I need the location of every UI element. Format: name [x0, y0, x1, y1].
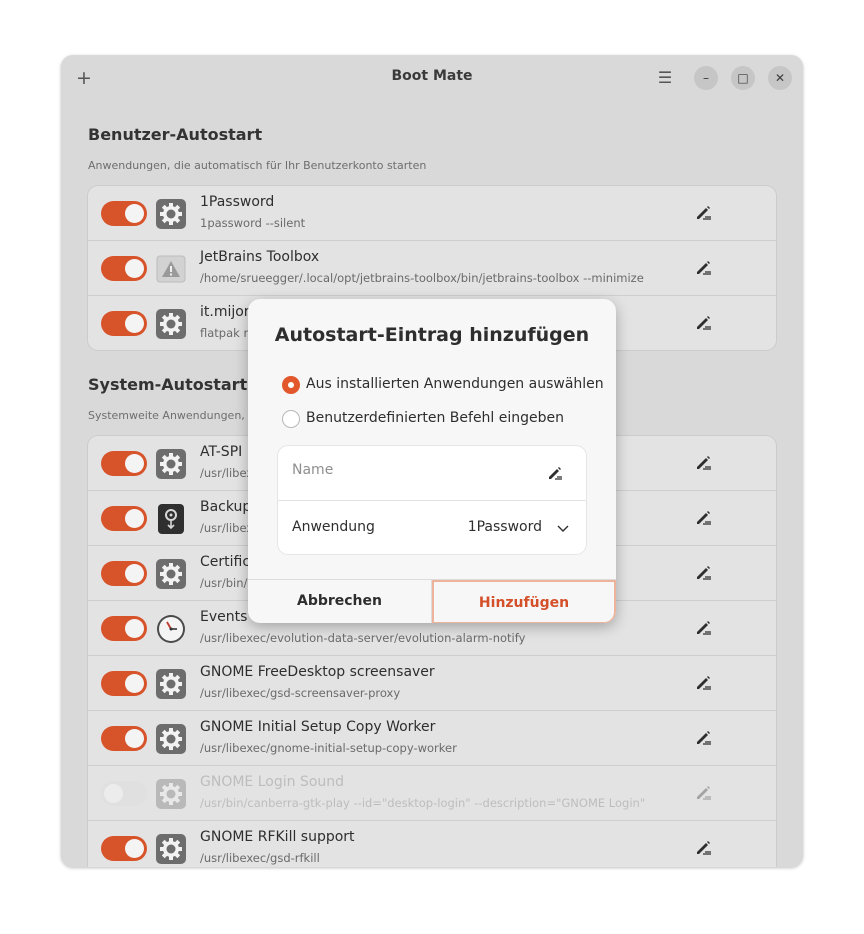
chevron-down-icon	[557, 525, 569, 532]
cancel-button[interactable]: Abbrechen	[248, 580, 432, 623]
toggle-knob	[125, 619, 144, 638]
list-item: 1Password 1password --silent	[88, 186, 776, 241]
item-command: /usr/libexec/evolution-data-server/evolu…	[200, 631, 526, 645]
gear-icon	[156, 834, 186, 864]
gear-icon	[156, 724, 186, 754]
application-value: 1Password	[467, 519, 542, 535]
item-command: /usr/libexec/gsd-rfkill	[200, 851, 320, 865]
radio-custom-label: Benutzerdefinierten Befehl eingeben	[306, 410, 565, 426]
window-title: Boot Mate	[391, 68, 473, 84]
clock-icon	[156, 614, 186, 644]
hamburger-menu-icon[interactable]: ☰	[653, 67, 677, 89]
backup-safe-icon	[156, 504, 186, 534]
edit-icon[interactable]	[546, 464, 564, 482]
radio-installed-apps[interactable]: Aus installierten Anwendungen auswählen	[282, 375, 604, 397]
toggle-knob	[125, 564, 144, 583]
toggle-knob	[104, 784, 123, 803]
name-input[interactable]	[292, 462, 532, 478]
user-section-subtitle: Anwendungen, die automatisch für Ihr Ben…	[88, 159, 427, 172]
application-dropdown[interactable]: Anwendung 1Password	[278, 501, 586, 554]
edit-icon[interactable]	[694, 783, 714, 803]
enable-toggle[interactable]	[101, 201, 147, 226]
gear-icon	[156, 669, 186, 699]
enable-toggle[interactable]	[101, 311, 147, 336]
toggle-knob	[125, 729, 144, 748]
dialog-footer: Abbrechen Hinzufügen	[248, 579, 616, 623]
enable-toggle[interactable]	[101, 781, 147, 806]
item-title: GNOME FreeDesktop screensaver	[200, 664, 435, 680]
item-command: /usr/libex	[200, 521, 254, 535]
item-title: Backup	[200, 499, 252, 515]
enable-toggle[interactable]	[101, 671, 147, 696]
edit-icon[interactable]	[694, 258, 714, 278]
enable-toggle[interactable]	[101, 506, 147, 531]
warning-icon	[156, 254, 186, 284]
toggle-knob	[125, 314, 144, 333]
radio-installed-label: Aus installierten Anwendungen auswählen	[306, 376, 604, 392]
edit-icon[interactable]	[694, 203, 714, 223]
toggle-knob	[125, 204, 144, 223]
list-item: GNOME RFKill support/usr/libexec/gsd-rfk…	[88, 821, 776, 867]
list-item: GNOME Login Sound/usr/bin/canberra-gtk-p…	[88, 766, 776, 821]
item-command: /usr/libex	[200, 466, 254, 480]
title-bar: + Boot Mate ☰ – □ ✕	[61, 55, 803, 101]
toggle-knob	[125, 674, 144, 693]
list-item: GNOME Initial Setup Copy Worker/usr/libe…	[88, 711, 776, 766]
gear-icon	[156, 199, 186, 229]
edit-icon[interactable]	[694, 453, 714, 473]
list-item: GNOME FreeDesktop screensaver/usr/libexe…	[88, 656, 776, 711]
edit-icon[interactable]	[694, 508, 714, 528]
edit-icon[interactable]	[694, 673, 714, 693]
system-section-title: System-Autostart	[88, 375, 248, 394]
item-command: 1password --silent	[200, 216, 306, 230]
toggle-knob	[125, 454, 144, 473]
item-command: /home/srueegger/.local/opt/jetbrains-too…	[200, 271, 644, 285]
radio-custom-command[interactable]: Benutzerdefinierten Befehl eingeben	[282, 409, 602, 431]
toggle-knob	[125, 839, 144, 858]
toggle-knob	[125, 259, 144, 278]
edit-icon[interactable]	[694, 838, 714, 858]
radio-button-installed[interactable]	[282, 376, 300, 394]
gear-icon	[156, 559, 186, 589]
minimize-icon[interactable]: –	[694, 66, 718, 90]
application-label: Anwendung	[292, 519, 375, 535]
edit-icon[interactable]	[694, 563, 714, 583]
item-title: JetBrains Toolbox	[200, 249, 320, 265]
maximize-icon[interactable]: □	[731, 66, 755, 90]
name-row	[278, 446, 586, 501]
gear-icon	[156, 309, 186, 339]
entry-form: Anwendung 1Password	[278, 446, 586, 554]
system-section-subtitle: Systemweite Anwendungen,	[88, 409, 245, 422]
add-autostart-dialog: Autostart-Eintrag hinzufügen Aus install…	[248, 299, 616, 623]
enable-toggle[interactable]	[101, 561, 147, 586]
item-command: /usr/bin/canberra-gtk-play --id="desktop…	[200, 796, 646, 810]
enable-toggle[interactable]	[101, 256, 147, 281]
edit-icon[interactable]	[694, 618, 714, 638]
enable-toggle[interactable]	[101, 836, 147, 861]
list-item: JetBrains Toolbox/home/srueegger/.local/…	[88, 241, 776, 296]
item-title: GNOME RFKill support	[200, 829, 355, 845]
user-section-title: Benutzer-Autostart	[88, 125, 263, 144]
gear-icon	[156, 779, 186, 809]
radio-button-custom[interactable]	[282, 410, 300, 428]
item-command: /usr/libexec/gnome-initial-setup-copy-wo…	[200, 741, 457, 755]
edit-icon[interactable]	[694, 313, 714, 333]
item-title: Certific	[200, 554, 251, 570]
close-icon[interactable]: ✕	[768, 66, 792, 90]
enable-toggle[interactable]	[101, 726, 147, 751]
gear-icon	[156, 449, 186, 479]
item-title: 1Password	[200, 194, 275, 210]
toggle-knob	[125, 509, 144, 528]
item-command: /usr/libexec/gsd-screensaver-proxy	[200, 686, 401, 700]
add-button[interactable]: Hinzufügen	[432, 580, 616, 623]
enable-toggle[interactable]	[101, 616, 147, 641]
item-command: /usr/bin/	[200, 576, 248, 590]
item-title: GNOME Login Sound	[200, 774, 345, 790]
edit-icon[interactable]	[694, 728, 714, 748]
dialog-title: Autostart-Eintrag hinzufügen	[274, 324, 590, 346]
item-title: it.mijor	[200, 304, 250, 320]
enable-toggle[interactable]	[101, 451, 147, 476]
item-title: GNOME Initial Setup Copy Worker	[200, 719, 436, 735]
